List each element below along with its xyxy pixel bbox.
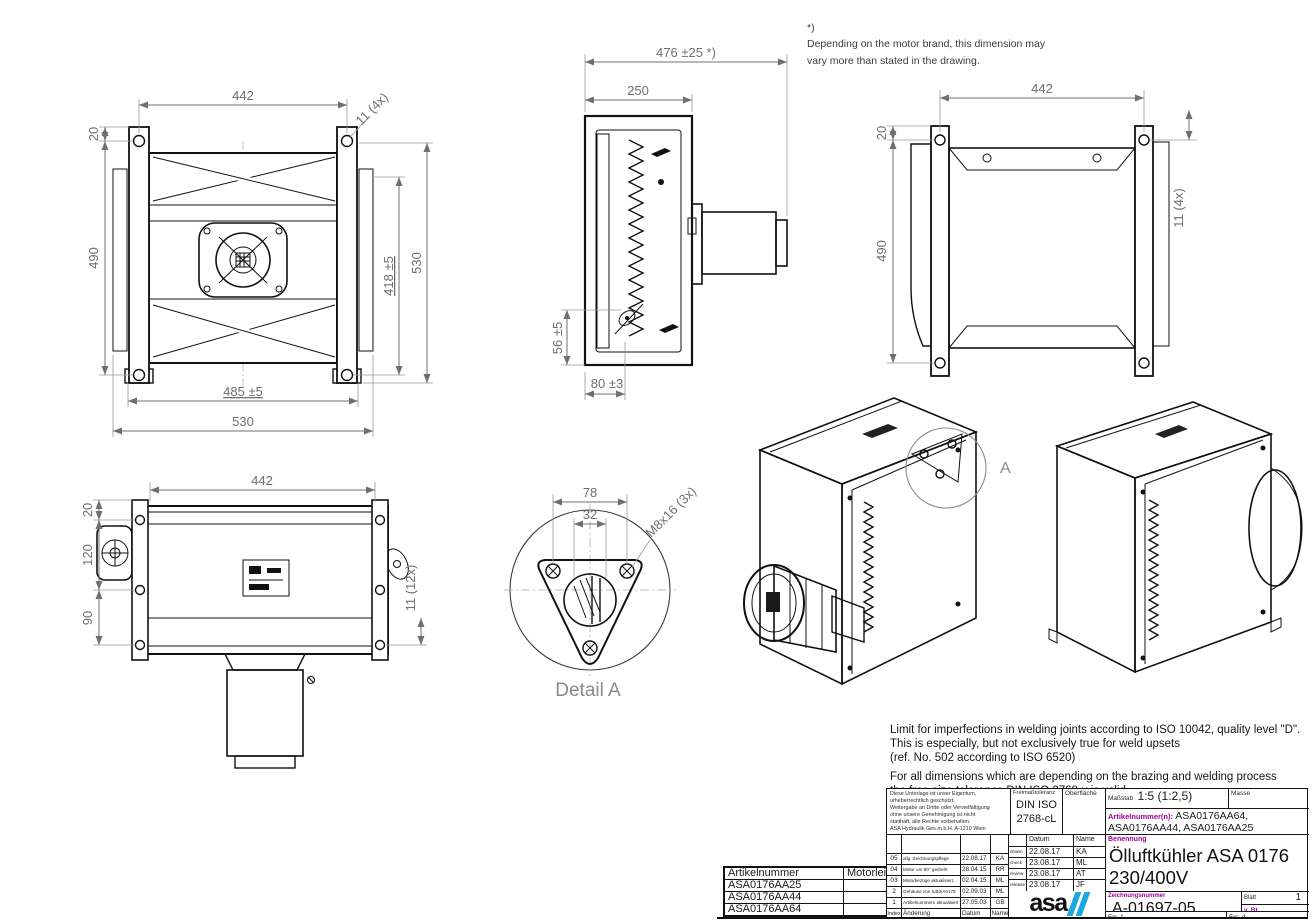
detail-a-label: Detail A [555, 680, 621, 701]
blatt-label: Blatt [1242, 894, 1258, 902]
rear-view: 442 20 490 11 (4x) [875, 78, 1210, 383]
prop-l5: statthaft, alle Rechte vorbehalten. [890, 819, 1007, 826]
freimass-label: Freimaßtoleranz [1011, 789, 1062, 797]
benennung-label: Benennung [1106, 835, 1309, 844]
benennung-cell: Benennung Ölluftkühler ASA 0176 230/400V [1106, 835, 1309, 891]
prop-l4: ohne unsere Genehmigung ist nicht [890, 812, 1007, 819]
rear-view-geometry [911, 126, 1169, 376]
part-name-line1: Ölluftkühler ASA 0176 [1109, 845, 1306, 867]
asa-logo-text: asa [1029, 891, 1066, 916]
dim-front-20: 20 [86, 127, 101, 141]
freimass-l2: 2768-cL [1011, 813, 1062, 827]
dim-side-80: 80 ±3 [591, 376, 623, 391]
front-view: 442 20 490 11 (4x) 418 ±5 530 485 ±5 530 [85, 85, 447, 453]
masse-label: Masse [1229, 789, 1309, 798]
tol-line1: For all dimensions which are depending o… [890, 770, 1300, 784]
dim-top-90: 90 [80, 611, 95, 625]
motor-brand-note: *) Depending on the motor brand, this di… [807, 20, 1045, 69]
part-name-line2: 230/400V [1109, 867, 1306, 889]
dim-rear-holes: 11 (4x) [1171, 188, 1186, 228]
iso2-geometry [1049, 402, 1302, 672]
datum-header: Datum [1027, 835, 1074, 846]
revision-table: 05 allg. Zeichnungspflege 22.08.17 KA 04… [887, 835, 1009, 919]
prop-l1: Diese Unterlage ist unser Eigentum, [890, 791, 1007, 798]
detail-a-view: 78 32 M8x16 (3x) Detail A [488, 478, 713, 703]
blatt-value: 1 [1295, 892, 1309, 903]
dim-side-476: 476 ±25 *) [656, 45, 716, 60]
zeichnungsnummer-label: Zeichnungsnummer [1106, 892, 1241, 900]
dim-side-250: 250 [627, 83, 649, 98]
article-numbers-cell: Artikelnummer(n): ASA0176AA64, ASA0176AA… [1106, 809, 1309, 835]
dim-rear-20: 20 [874, 126, 889, 140]
front-view-geometry [113, 127, 373, 391]
note-line2: vary more than stated in the drawing. [807, 53, 1045, 69]
dim-side-56: 56 ±5 [550, 322, 565, 354]
sheet-bottom-rule [717, 917, 1308, 919]
prop-l3: Weitergabe an Dritte oder Vervielfältigu… [890, 805, 1007, 812]
weld-line1: Limit for imperfections in welding joint… [890, 723, 1300, 737]
side-view-geometry [585, 116, 787, 365]
dim-front-442: 442 [232, 88, 254, 103]
drawing-number-value: A-01697-05 [1106, 900, 1241, 911]
surface-cell: Oberfläche [1063, 789, 1106, 835]
dim-front-holes: 11 (4x) [353, 90, 392, 129]
iso1-geometry [744, 398, 976, 684]
dim-top-holes: 11 (12x) [403, 565, 418, 612]
iso1-callout: A [906, 428, 1011, 508]
name-header: Name [1074, 835, 1106, 846]
iso-view-front: A [712, 352, 1012, 707]
dim-front-485: 485 ±5 [223, 384, 263, 399]
tolerance-cell: Freimaßtoleranz DIN ISO 2768-cL [1011, 789, 1063, 835]
oberflaeche-label: Oberfläche [1063, 789, 1105, 798]
dim-front-490: 490 [86, 247, 101, 269]
welding-notes: Limit for imperfections in welding joint… [890, 723, 1300, 798]
property-note: Diese Unterlage ist unser Eigentum, urhe… [887, 789, 1011, 835]
dim-rear-442: 442 [1031, 81, 1053, 96]
freimass-l1: DIN ISO [1011, 799, 1062, 813]
sheet-cell: Blatt 1 [1242, 891, 1309, 904]
dim-rear-490: 490 [874, 240, 889, 262]
weld-line2: This is especially, but not exclusively … [890, 737, 1300, 751]
dim-detail-thread: M8x16 (3x) [643, 484, 700, 541]
title-block: Diese Unterlage ist unser Eigentum, urhe… [886, 788, 1308, 918]
massstab-label: Maßstab [1106, 794, 1135, 803]
scale-cell: Maßstab 1:5 (1:2,5) [1106, 789, 1229, 809]
artikel-2: ASA0176AA44 [724, 892, 844, 904]
dim-front-418: 418 ±5 [381, 256, 396, 296]
asa-logo: asa [1009, 890, 1106, 917]
prop-l2: urheberrechtlich geschützt. [890, 798, 1007, 805]
approvals-header: Datum Name [1009, 835, 1106, 846]
dim-detail-78: 78 [583, 485, 597, 500]
prop-l6: ASA Hydraulik Ges.m.b.H. A-1210 Wien [890, 826, 1007, 833]
vbt-cell: v. Bt. [1242, 904, 1309, 911]
note-line1: Depending on the motor brand, this dimen… [807, 36, 1045, 52]
drawing-sheet: *) Depending on the motor brand, this di… [0, 0, 1312, 920]
mass-cell: Masse [1229, 789, 1309, 809]
dim-front-530r: 530 [409, 252, 424, 274]
top-view-geometry [97, 500, 413, 768]
artikel-3: ASA0176AA64 [724, 904, 844, 917]
dim-top-120: 120 [80, 544, 95, 566]
iso-view-rear [1005, 372, 1305, 707]
artikel-1: ASA0176AA25 [724, 880, 844, 892]
col-artikelnummer: Artikelnummer [724, 867, 844, 880]
top-view: 442 20 120 90 11 (12x) [75, 468, 455, 780]
artikelnummern-label: Artikelnummer(n): [1108, 812, 1173, 821]
dim-top-20: 20 [80, 503, 95, 517]
dim-top-442: 442 [251, 473, 273, 488]
weld-line3: (ref. No. 502 according to ISO 6520) [890, 751, 1300, 765]
dim-detail-32: 32 [583, 507, 597, 522]
revision-empty-row [887, 835, 1009, 853]
drawing-number-cell: Zeichnungsnummer A-01697-05 [1106, 891, 1242, 911]
dim-front-530b: 530 [232, 414, 254, 429]
massstab-value: 1:5 (1:2,5) [1138, 789, 1193, 803]
note-star: *) [807, 20, 1045, 36]
